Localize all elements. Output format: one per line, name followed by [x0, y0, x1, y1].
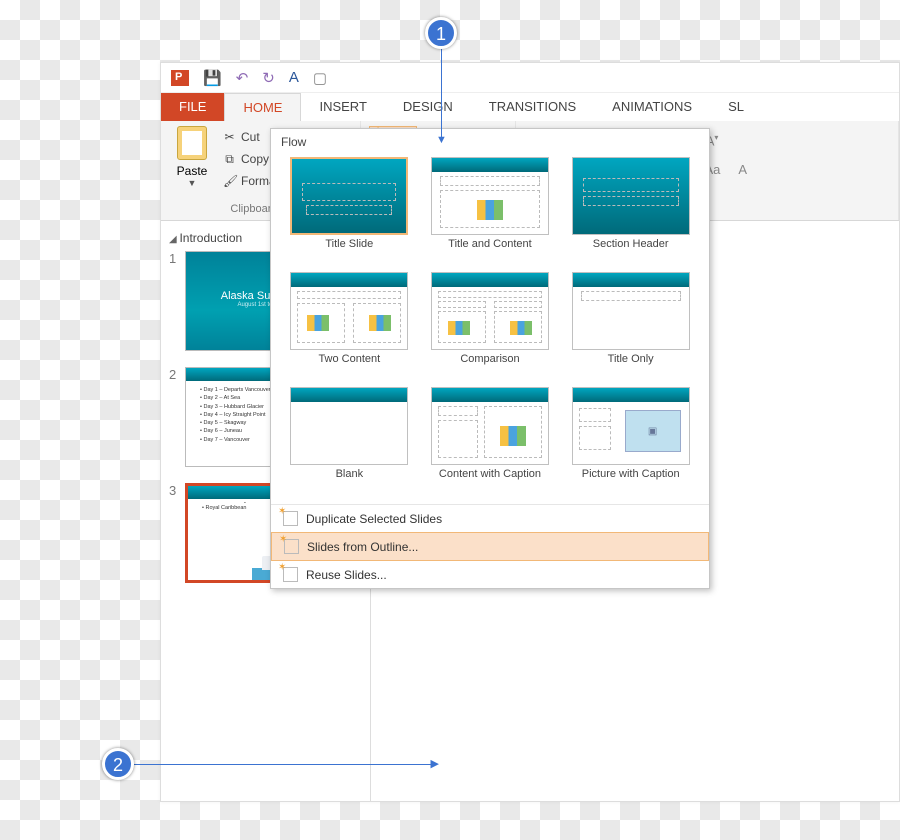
callout-2-line [134, 764, 434, 765]
thumb-2-number: 2 [169, 367, 179, 467]
tab-transitions[interactable]: TRANSITIONS [471, 93, 594, 121]
tab-design[interactable]: DESIGN [385, 93, 471, 121]
quick-access-toolbar: 💾 ↶ ↻ A ▢ [161, 63, 899, 93]
paste-button[interactable]: Paste ▼ [169, 126, 215, 192]
save-icon[interactable]: 💾 [203, 69, 222, 87]
callout-1-line [441, 49, 442, 139]
tab-slideshow[interactable]: SL [710, 93, 762, 121]
copy-label: Copy [241, 152, 269, 166]
cmd-outline-label: Slides from Outline... [307, 540, 418, 554]
gallery-theme-label: Flow [271, 129, 709, 153]
thumb-1-number: 1 [169, 251, 179, 351]
cmd-slides-from-outline[interactable]: Slides from Outline... [271, 532, 709, 561]
layout-two-content[interactable]: Two Content [281, 272, 418, 379]
cmd-reuse-slides[interactable]: Reuse Slides... [271, 561, 709, 588]
layout-title-slide[interactable]: Title Slide [281, 157, 418, 264]
brush-icon: 🖌 [223, 174, 236, 188]
paste-icon [177, 126, 207, 160]
thumb-3-number: 3 [169, 483, 179, 583]
layout-title-content[interactable]: Title and Content [422, 157, 559, 264]
layout-comparison[interactable]: Comparison [422, 272, 559, 379]
outline-icon [284, 539, 299, 554]
reuse-icon [283, 567, 298, 582]
app-icon [171, 70, 189, 86]
tab-animations[interactable]: ANIMATIONS [594, 93, 710, 121]
layout-content-caption[interactable]: Content with Caption [422, 387, 559, 494]
copy-icon: ⧉ [223, 152, 236, 167]
undo-icon[interactable]: ↶ [236, 69, 249, 87]
layout-picture-caption[interactable]: ▣ Picture with Caption [562, 387, 699, 494]
cut-label: Cut [241, 130, 260, 144]
touch-mode-icon[interactable]: A [289, 69, 299, 86]
tab-file[interactable]: FILE [161, 93, 224, 121]
new-doc-icon[interactable]: ▢ [313, 69, 327, 87]
ribbon-tabs: FILE HOME INSERT DESIGN TRANSITIONS ANIM… [161, 93, 899, 121]
cmd-duplicate-label: Duplicate Selected Slides [306, 512, 442, 526]
tab-home[interactable]: HOME [224, 93, 301, 121]
callout-2: 2 [102, 748, 134, 780]
cmd-reuse-label: Reuse Slides... [306, 568, 387, 582]
redo-icon[interactable]: ↻ [262, 69, 275, 87]
duplicate-icon [283, 511, 298, 526]
layout-section-header[interactable]: Section Header [562, 157, 699, 264]
scissors-icon: ✂ [223, 130, 236, 144]
paste-label: Paste [177, 164, 208, 178]
cmd-duplicate-slides[interactable]: Duplicate Selected Slides [271, 505, 709, 532]
tab-insert[interactable]: INSERT [301, 93, 384, 121]
clear-format-button[interactable]: A [734, 162, 751, 177]
layout-title-only[interactable]: Title Only [562, 272, 699, 379]
callout-1: 1 [425, 17, 457, 49]
layout-blank[interactable]: Blank [281, 387, 418, 494]
new-slide-gallery: Flow Title Slide Title and Content Secti… [270, 128, 710, 589]
